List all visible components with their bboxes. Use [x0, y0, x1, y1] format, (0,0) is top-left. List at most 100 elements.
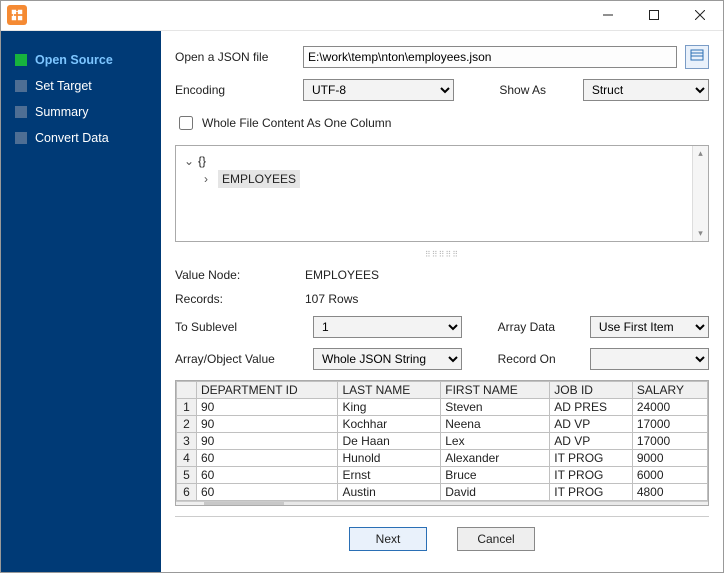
json-tree[interactable]: ⌄ {} › EMPLOYEES ▴▾ — [175, 145, 709, 242]
table-cell[interactable]: Ernst — [338, 466, 441, 483]
table-row[interactable]: 660AustinDavidIT PROG4800 — [177, 483, 708, 500]
show-as-label: Show As — [499, 83, 575, 97]
tree-node-label: EMPLOYEES — [218, 170, 300, 188]
encoding-select[interactable]: UTF-8 — [303, 79, 454, 101]
table-cell[interactable]: IT PROG — [550, 483, 633, 500]
records-value: 107 Rows — [305, 292, 358, 306]
table-cell[interactable]: Hunold — [338, 449, 441, 466]
app-icon — [7, 5, 27, 25]
step-marker-icon — [15, 54, 27, 66]
table-cell[interactable]: 90 — [197, 432, 338, 449]
table-cell[interactable]: AD PRES — [550, 398, 633, 415]
chevron-down-icon[interactable]: ⌄ — [184, 152, 194, 170]
record-on-label: Record On — [498, 352, 582, 366]
splitter-grip[interactable]: ⠿⠿⠿⠿⠿ — [175, 252, 709, 258]
table-cell[interactable]: 60 — [197, 449, 338, 466]
table-horizontal-scrollbar[interactable]: ◂ ▸ — [176, 501, 708, 506]
wizard-footer: Next Cancel — [175, 516, 709, 562]
table-row[interactable]: 190KingStevenAD PRES24000 — [177, 398, 708, 415]
table-cell[interactable]: Austin — [338, 483, 441, 500]
preview-table-container: DEPARTMENT ID LAST NAME FIRST NAME JOB I… — [175, 380, 709, 506]
table-cell[interactable]: 6000 — [632, 466, 707, 483]
maximize-button[interactable] — [631, 1, 677, 30]
show-as-select[interactable]: Struct — [583, 79, 709, 101]
to-sublevel-select[interactable]: 1 — [313, 316, 462, 338]
file-browse-icon — [690, 48, 704, 65]
records-label: Records: — [175, 292, 305, 306]
row-number-cell: 6 — [177, 483, 197, 500]
whole-file-checkbox[interactable] — [179, 116, 193, 130]
table-cell[interactable]: 17000 — [632, 432, 707, 449]
tree-node-label: {} — [198, 152, 206, 170]
table-row[interactable]: 290KochharNeenaAD VP17000 — [177, 415, 708, 432]
step-set-target[interactable]: Set Target — [1, 73, 161, 99]
value-node-value: EMPLOYEES — [305, 268, 379, 282]
table-cell[interactable]: Alexander — [441, 449, 550, 466]
wizard-sidebar: Open Source Set Target Summary Convert D… — [1, 31, 161, 572]
table-cell[interactable]: 4800 — [632, 483, 707, 500]
column-header[interactable]: DEPARTMENT ID — [197, 381, 338, 398]
record-on-select[interactable] — [590, 348, 709, 370]
table-cell[interactable]: 9000 — [632, 449, 707, 466]
table-row[interactable]: 460HunoldAlexanderIT PROG9000 — [177, 449, 708, 466]
table-cell[interactable]: Kochhar — [338, 415, 441, 432]
column-header[interactable]: JOB ID — [550, 381, 633, 398]
table-cell[interactable]: Lex — [441, 432, 550, 449]
whole-file-label: Whole File Content As One Column — [202, 116, 391, 130]
table-cell[interactable]: Bruce — [441, 466, 550, 483]
table-cell[interactable]: AD VP — [550, 415, 633, 432]
table-cell[interactable]: 90 — [197, 415, 338, 432]
tree-vertical-scrollbar[interactable]: ▴▾ — [692, 146, 708, 241]
next-button[interactable]: Next — [349, 527, 427, 551]
column-header[interactable]: LAST NAME — [338, 381, 441, 398]
column-header[interactable]: SALARY — [632, 381, 707, 398]
table-cell[interactable]: 17000 — [632, 415, 707, 432]
table-cell[interactable]: De Haan — [338, 432, 441, 449]
array-object-select[interactable]: Whole JSON String — [313, 348, 462, 370]
array-data-select[interactable]: Use First Item — [590, 316, 709, 338]
encoding-label: Encoding — [175, 83, 295, 97]
table-cell[interactable]: 90 — [197, 398, 338, 415]
step-label: Summary — [35, 105, 88, 119]
table-cell[interactable]: 24000 — [632, 398, 707, 415]
rownum-header — [177, 381, 197, 398]
cancel-button[interactable]: Cancel — [457, 527, 535, 551]
minimize-button[interactable] — [585, 1, 631, 30]
row-number-cell: 4 — [177, 449, 197, 466]
tree-child-node[interactable]: › EMPLOYEES — [184, 170, 700, 188]
table-cell[interactable]: Neena — [441, 415, 550, 432]
step-marker-icon — [15, 106, 27, 118]
table-cell[interactable]: 60 — [197, 483, 338, 500]
row-number-cell: 5 — [177, 466, 197, 483]
table-cell[interactable]: IT PROG — [550, 449, 633, 466]
value-node-label: Value Node: — [175, 268, 305, 282]
table-cell[interactable]: IT PROG — [550, 466, 633, 483]
step-summary[interactable]: Summary — [1, 99, 161, 125]
open-file-label: Open a JSON file — [175, 50, 295, 64]
step-label: Convert Data — [35, 131, 109, 145]
row-number-cell: 1 — [177, 398, 197, 415]
table-cell[interactable]: King — [338, 398, 441, 415]
table-row[interactable]: 390De HaanLexAD VP17000 — [177, 432, 708, 449]
table-cell[interactable]: 60 — [197, 466, 338, 483]
step-marker-icon — [15, 132, 27, 144]
tree-root-node[interactable]: ⌄ {} — [184, 152, 700, 170]
preview-table[interactable]: DEPARTMENT ID LAST NAME FIRST NAME JOB I… — [176, 381, 708, 501]
table-cell[interactable]: AD VP — [550, 432, 633, 449]
step-label: Set Target — [35, 79, 92, 93]
step-label: Open Source — [35, 53, 113, 67]
browse-button[interactable] — [685, 45, 709, 69]
chevron-right-icon[interactable]: › — [204, 170, 214, 188]
step-convert-data[interactable]: Convert Data — [1, 125, 161, 151]
array-object-label: Array/Object Value — [175, 352, 305, 366]
main-panel: Open a JSON file Encoding UTF-8 Show As … — [161, 31, 723, 572]
table-cell[interactable]: Steven — [441, 398, 550, 415]
table-row[interactable]: 560ErnstBruceIT PROG6000 — [177, 466, 708, 483]
column-header[interactable]: FIRST NAME — [441, 381, 550, 398]
row-number-cell: 3 — [177, 432, 197, 449]
row-number-cell: 2 — [177, 415, 197, 432]
close-button[interactable] — [677, 1, 723, 30]
table-cell[interactable]: David — [441, 483, 550, 500]
file-path-input[interactable] — [303, 46, 677, 68]
step-open-source[interactable]: Open Source — [1, 47, 161, 73]
